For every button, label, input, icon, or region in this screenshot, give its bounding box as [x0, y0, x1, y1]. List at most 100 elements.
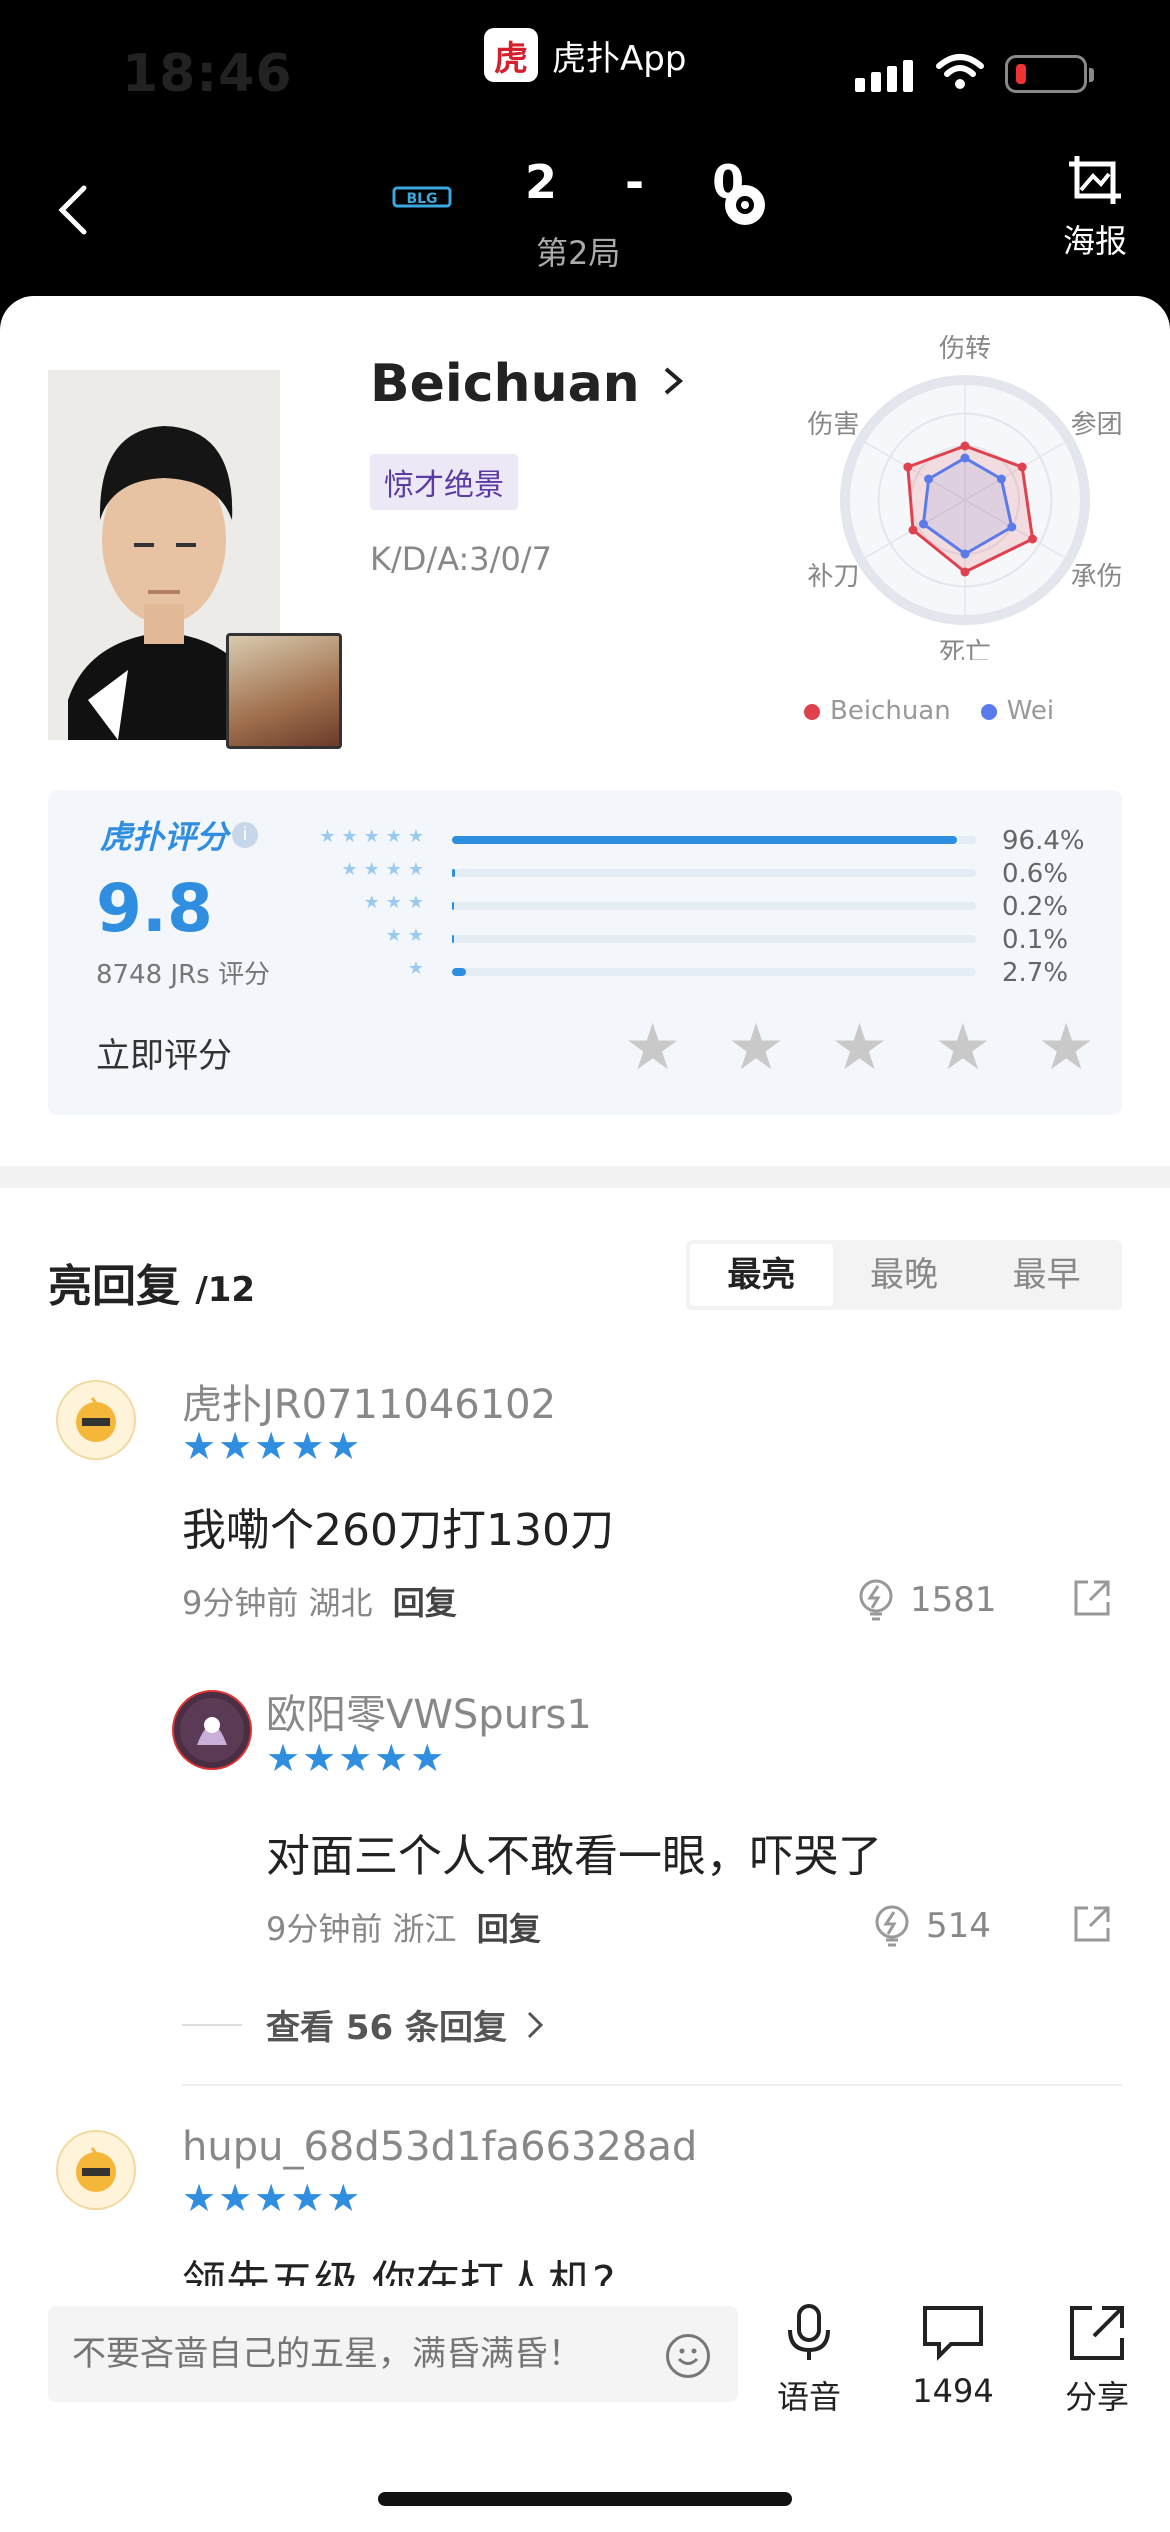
star-4-icon[interactable]: ★: [934, 1014, 991, 1082]
rating-row-pct: 0.6%: [1002, 859, 1069, 889]
radar-point: [960, 453, 970, 463]
rating-row-fill: [452, 902, 455, 910]
voice-label: 语音: [776, 2378, 841, 2416]
rating-row-track: [452, 935, 976, 943]
like-count: 1581: [910, 1580, 997, 1620]
rating-logo: 虎扑评分: [100, 818, 229, 856]
sort-tabs: 最亮 最晚 最早: [686, 1240, 1122, 1310]
star-1-icon[interactable]: ★: [624, 1014, 681, 1082]
radar-chart: 伤转参团承伤死亡 补刀 伤害: [807, 334, 1123, 660]
reply-divider: [182, 2084, 1122, 2086]
comment-input[interactable]: [72, 2306, 672, 2402]
champion-portrait: [226, 633, 342, 749]
avatar[interactable]: [56, 1380, 136, 1460]
user-avatar-icon: [180, 1698, 244, 1762]
player-name: Beichuan: [370, 354, 640, 414]
share-icon[interactable]: [1072, 1904, 1112, 1944]
rating-row-track: [452, 869, 976, 877]
radar-axis-label: 承伤: [1071, 562, 1123, 592]
chevron-right-icon: [664, 367, 683, 395]
radar-point: [960, 567, 970, 577]
rating-row: ★★★ 0.2%: [310, 892, 1090, 922]
share-icon: [1070, 2306, 1124, 2360]
poster-button[interactable]: 海报: [1040, 152, 1150, 262]
microphone-icon: [788, 2304, 830, 2360]
radar-legend: Beichuan Wei: [804, 696, 1054, 726]
reply-username[interactable]: 欧阳零VWSpurs1: [266, 1682, 592, 1740]
like-count: 514: [926, 1906, 991, 1946]
info-icon[interactable]: i: [232, 822, 258, 848]
radar-point: [1017, 462, 1027, 472]
voice-button[interactable]: 语音: [754, 2302, 864, 2418]
reply-time: 9分钟前: [182, 1584, 299, 1622]
tab-latest[interactable]: 最晚: [833, 1244, 976, 1306]
team-b-logo-icon[interactable]: [720, 180, 770, 230]
back-icon[interactable]: [50, 180, 100, 240]
app-logo-icon: 虎: [484, 28, 538, 82]
radar-point: [924, 474, 934, 484]
rating-count: 8748 JRs 评分: [96, 960, 270, 990]
reply-username[interactable]: 虎扑JR0711046102: [182, 1372, 556, 1430]
radar-axis-label: 补刀: [807, 562, 859, 592]
rating-row-track: [452, 968, 976, 976]
rating-row-pct: 2.7%: [1002, 958, 1069, 988]
reply-button[interactable]: 回复: [393, 1584, 457, 1622]
emoji-icon[interactable]: [666, 2334, 710, 2378]
star-5-icon[interactable]: ★: [1038, 1014, 1095, 1082]
reply-text: 对面三个人不敢看一眼，吓哭了: [266, 1831, 882, 1882]
like-button[interactable]: 514: [872, 1904, 991, 1948]
rating-row-pct: 96.4%: [1002, 826, 1085, 856]
rating-row-stars: ★★★★: [341, 859, 430, 880]
rating-row-stars: ★★: [385, 925, 430, 946]
reply-username[interactable]: hupu_68d53d1fa66328ad: [182, 2124, 697, 2170]
like-button[interactable]: 1581: [856, 1578, 997, 1622]
wifi-icon: [936, 54, 984, 89]
team-a-logo-text: BLG: [406, 191, 437, 207]
clock: 18:46: [122, 44, 293, 104]
rating-row-track: [452, 836, 976, 844]
reply-stars: ★★★★★: [266, 1736, 447, 1780]
reply-button[interactable]: 回复: [477, 1910, 541, 1948]
reply-meta: 9分钟前 浙江 回复: [266, 1904, 541, 1950]
rating-row-fill: [452, 935, 455, 943]
avatar[interactable]: [172, 1690, 252, 1770]
share-button[interactable]: 分享: [1042, 2302, 1152, 2418]
lightbulb-icon: [859, 1579, 893, 1621]
reply-region: 湖北: [308, 1584, 373, 1622]
legend-label: Beichuan: [830, 696, 951, 726]
chevron-right-icon: [527, 2011, 544, 2038]
view-more-replies-button[interactable]: 查看 56 条回复: [182, 2000, 551, 2049]
rating-row-stars: ★: [407, 958, 430, 979]
app-badge[interactable]: 虎 虎扑App: [484, 28, 686, 82]
star-3-icon[interactable]: ★: [831, 1014, 888, 1082]
radar-axis-label: 参团: [1071, 410, 1123, 440]
share-icon[interactable]: [1072, 1578, 1112, 1618]
player-name-link[interactable]: Beichuan: [370, 354, 688, 414]
radar-point: [1007, 522, 1017, 532]
radar-point: [908, 525, 918, 535]
rating-row-pct: 0.2%: [1002, 892, 1069, 922]
rating-row-track: [452, 902, 976, 910]
image-crop-icon: [1069, 156, 1121, 204]
radar-axis-label: 伤转: [939, 334, 991, 364]
radar-axis-label: 伤害: [807, 410, 859, 440]
game-label: 第2局: [536, 234, 621, 272]
tab-earliest[interactable]: 最早: [975, 1244, 1118, 1306]
section-divider: [0, 1166, 1170, 1188]
avatar[interactable]: [56, 2130, 136, 2210]
tab-brightest[interactable]: 最亮: [690, 1244, 833, 1306]
team-a-logo-icon[interactable]: BLG: [392, 178, 452, 218]
reply-text: 我嘞个260刀打130刀: [182, 1505, 614, 1556]
replies-title: 亮回复: [48, 1261, 180, 1312]
replies-count: /12: [195, 1270, 256, 1310]
battery-icon: [1005, 55, 1094, 93]
rating-row-stars: ★★★★★: [319, 826, 430, 847]
radar-point: [996, 474, 1006, 484]
comment-count: 1494: [912, 2372, 994, 2410]
player-title-badge: 惊才绝景: [370, 454, 518, 510]
rating-row: ★★ 0.1%: [310, 925, 1090, 955]
comments-button[interactable]: 1494: [898, 2302, 1008, 2410]
comment-input-box[interactable]: [48, 2306, 738, 2402]
rating-score: 9.8: [96, 870, 213, 947]
star-2-icon[interactable]: ★: [727, 1014, 784, 1082]
